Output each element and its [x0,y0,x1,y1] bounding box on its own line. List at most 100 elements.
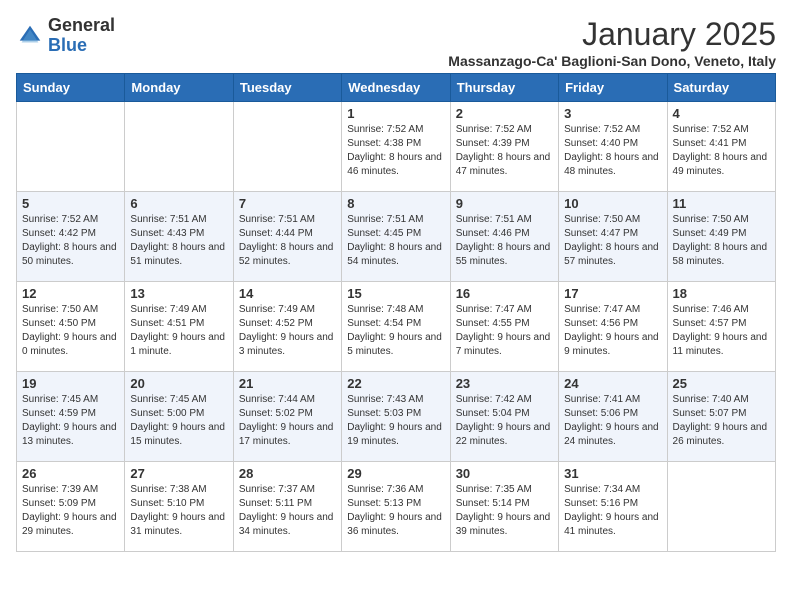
day-number: 1 [347,106,444,121]
cell-1-5: 10 Sunrise: 7:50 AM Sunset: 4:47 PM Dayli… [559,192,667,282]
day-info: Sunrise: 7:41 AM Sunset: 5:06 PM Dayligh… [564,393,661,449]
title-section: January 2025 Massanzago-Ca' Baglioni-San… [448,16,776,69]
day-number: 16 [456,286,553,301]
day-info: Sunrise: 7:47 AM Sunset: 4:56 PM Dayligh… [564,303,661,359]
day-info: Sunrise: 7:45 AM Sunset: 4:59 PM Dayligh… [22,393,119,449]
day-number: 30 [456,466,553,481]
cell-1-2: 7Sunrise: 7:51 AM Sunset: 4:44 PM Daylig… [233,192,341,282]
logo-general: General [48,15,115,35]
cell-3-1: 20 Sunrise: 7:45 AM Sunset: 5:00 PM Dayli… [125,372,233,462]
header-thursday: Thursday [450,74,558,102]
cell-3-0: 19 Sunrise: 7:45 AM Sunset: 4:59 PM Dayli… [17,372,125,462]
day-info: Sunrise: 7:52 AM Sunset: 4:39 PM Dayligh… [456,123,553,179]
day-info: Sunrise: 7:52 AM Sunset: 4:41 PM Dayligh… [673,123,770,179]
day-number: 23 [456,376,553,391]
day-number: 21 [239,376,336,391]
cell-1-1: 6Sunrise: 7:51 AM Sunset: 4:43 PM Daylig… [125,192,233,282]
cell-3-6: 25 Sunrise: 7:40 AM Sunset: 5:07 PM Dayli… [667,372,775,462]
day-info: Sunrise: 7:37 AM Sunset: 5:11 PM Dayligh… [239,483,336,539]
cell-1-0: 5 Sunrise: 7:52 AM Sunset: 4:42 PM Daylig… [17,192,125,282]
week-row-5: 26Sunrise: 7:39 AM Sunset: 5:09 PM Dayli… [17,462,776,552]
cell-4-6 [667,462,775,552]
day-number: 8 [347,196,444,211]
header-tuesday: Tuesday [233,74,341,102]
cell-3-4: 23 Sunrise: 7:42 AM Sunset: 5:04 PM Dayli… [450,372,558,462]
day-info: Sunrise: 7:42 AM Sunset: 5:04 PM Dayligh… [456,393,553,449]
cell-1-4: 9Sunrise: 7:51 AM Sunset: 4:46 PM Daylig… [450,192,558,282]
day-info: Sunrise: 7:52 AM Sunset: 4:42 PM Dayligh… [22,213,119,269]
day-number: 31 [564,466,661,481]
day-info: Sunrise: 7:35 AM Sunset: 5:14 PM Dayligh… [456,483,553,539]
cell-4-1: 27 Sunrise: 7:38 AM Sunset: 5:10 PM Dayli… [125,462,233,552]
day-info: Sunrise: 7:40 AM Sunset: 5:07 PM Dayligh… [673,393,770,449]
cell-4-2: 28Sunrise: 7:37 AM Sunset: 5:11 PM Dayli… [233,462,341,552]
cell-4-4: 30 Sunrise: 7:35 AM Sunset: 5:14 PM Dayli… [450,462,558,552]
day-info: Sunrise: 7:49 AM Sunset: 4:52 PM Dayligh… [239,303,336,359]
day-number: 29 [347,466,444,481]
day-number: 3 [564,106,661,121]
day-number: 10 [564,196,661,211]
day-info: Sunrise: 7:47 AM Sunset: 4:55 PM Dayligh… [456,303,553,359]
day-number: 17 [564,286,661,301]
cell-0-5: 3 Sunrise: 7:52 AM Sunset: 4:40 PM Daylig… [559,102,667,192]
logo: General Blue [16,16,115,56]
cell-0-3: 1 Sunrise: 7:52 AM Sunset: 4:38 PM Daylig… [342,102,450,192]
day-info: Sunrise: 7:49 AM Sunset: 4:51 PM Dayligh… [130,303,227,359]
day-number: 14 [239,286,336,301]
calendar-table: Sunday Monday Tuesday Wednesday Thursday… [16,73,776,552]
day-number: 19 [22,376,119,391]
day-info: Sunrise: 7:50 AM Sunset: 4:49 PM Dayligh… [673,213,770,269]
day-info: Sunrise: 7:51 AM Sunset: 4:45 PM Dayligh… [347,213,444,269]
day-number: 9 [456,196,553,211]
logo-text: General Blue [48,16,115,56]
logo-blue: Blue [48,35,87,55]
day-info: Sunrise: 7:51 AM Sunset: 4:43 PM Dayligh… [130,213,227,269]
cell-3-2: 21 Sunrise: 7:44 AM Sunset: 5:02 PM Dayli… [233,372,341,462]
cell-2-2: 14 Sunrise: 7:49 AM Sunset: 4:52 PM Dayli… [233,282,341,372]
day-number: 5 [22,196,119,211]
day-info: Sunrise: 7:43 AM Sunset: 5:03 PM Dayligh… [347,393,444,449]
day-number: 22 [347,376,444,391]
day-number: 15 [347,286,444,301]
day-info: Sunrise: 7:45 AM Sunset: 5:00 PM Dayligh… [130,393,227,449]
day-number: 20 [130,376,227,391]
header-saturday: Saturday [667,74,775,102]
cell-2-5: 17 Sunrise: 7:47 AM Sunset: 4:56 PM Dayli… [559,282,667,372]
cell-1-3: 8 Sunrise: 7:51 AM Sunset: 4:45 PM Daylig… [342,192,450,282]
day-number: 4 [673,106,770,121]
cell-3-3: 22 Sunrise: 7:43 AM Sunset: 5:03 PM Dayli… [342,372,450,462]
day-number: 25 [673,376,770,391]
cell-0-0 [17,102,125,192]
day-number: 7 [239,196,336,211]
cell-0-4: 2 Sunrise: 7:52 AM Sunset: 4:39 PM Daylig… [450,102,558,192]
header-wednesday: Wednesday [342,74,450,102]
week-row-2: 5 Sunrise: 7:52 AM Sunset: 4:42 PM Daylig… [17,192,776,282]
cell-0-6: 4 Sunrise: 7:52 AM Sunset: 4:41 PM Daylig… [667,102,775,192]
page-header: General Blue January 2025 Massanzago-Ca'… [16,16,776,69]
day-number: 2 [456,106,553,121]
header-friday: Friday [559,74,667,102]
header-sunday: Sunday [17,74,125,102]
day-number: 18 [673,286,770,301]
header-monday: Monday [125,74,233,102]
day-info: Sunrise: 7:52 AM Sunset: 4:38 PM Dayligh… [347,123,444,179]
day-number: 24 [564,376,661,391]
cell-2-4: 16 Sunrise: 7:47 AM Sunset: 4:55 PM Dayli… [450,282,558,372]
day-info: Sunrise: 7:52 AM Sunset: 4:40 PM Dayligh… [564,123,661,179]
week-row-1: 1 Sunrise: 7:52 AM Sunset: 4:38 PM Daylig… [17,102,776,192]
day-info: Sunrise: 7:36 AM Sunset: 5:13 PM Dayligh… [347,483,444,539]
day-info: Sunrise: 7:50 AM Sunset: 4:47 PM Dayligh… [564,213,661,269]
day-number: 11 [673,196,770,211]
day-info: Sunrise: 7:50 AM Sunset: 4:50 PM Dayligh… [22,303,119,359]
cell-4-0: 26Sunrise: 7:39 AM Sunset: 5:09 PM Dayli… [17,462,125,552]
day-info: Sunrise: 7:38 AM Sunset: 5:10 PM Dayligh… [130,483,227,539]
day-number: 13 [130,286,227,301]
day-info: Sunrise: 7:39 AM Sunset: 5:09 PM Dayligh… [22,483,119,539]
day-number: 27 [130,466,227,481]
day-info: Sunrise: 7:48 AM Sunset: 4:54 PM Dayligh… [347,303,444,359]
cell-4-5: 31Sunrise: 7:34 AM Sunset: 5:16 PM Dayli… [559,462,667,552]
calendar-subtitle: Massanzago-Ca' Baglioni-San Dono, Veneto… [448,53,776,69]
calendar-title: January 2025 [448,16,776,53]
weekday-header-row: Sunday Monday Tuesday Wednesday Thursday… [17,74,776,102]
day-info: Sunrise: 7:44 AM Sunset: 5:02 PM Dayligh… [239,393,336,449]
